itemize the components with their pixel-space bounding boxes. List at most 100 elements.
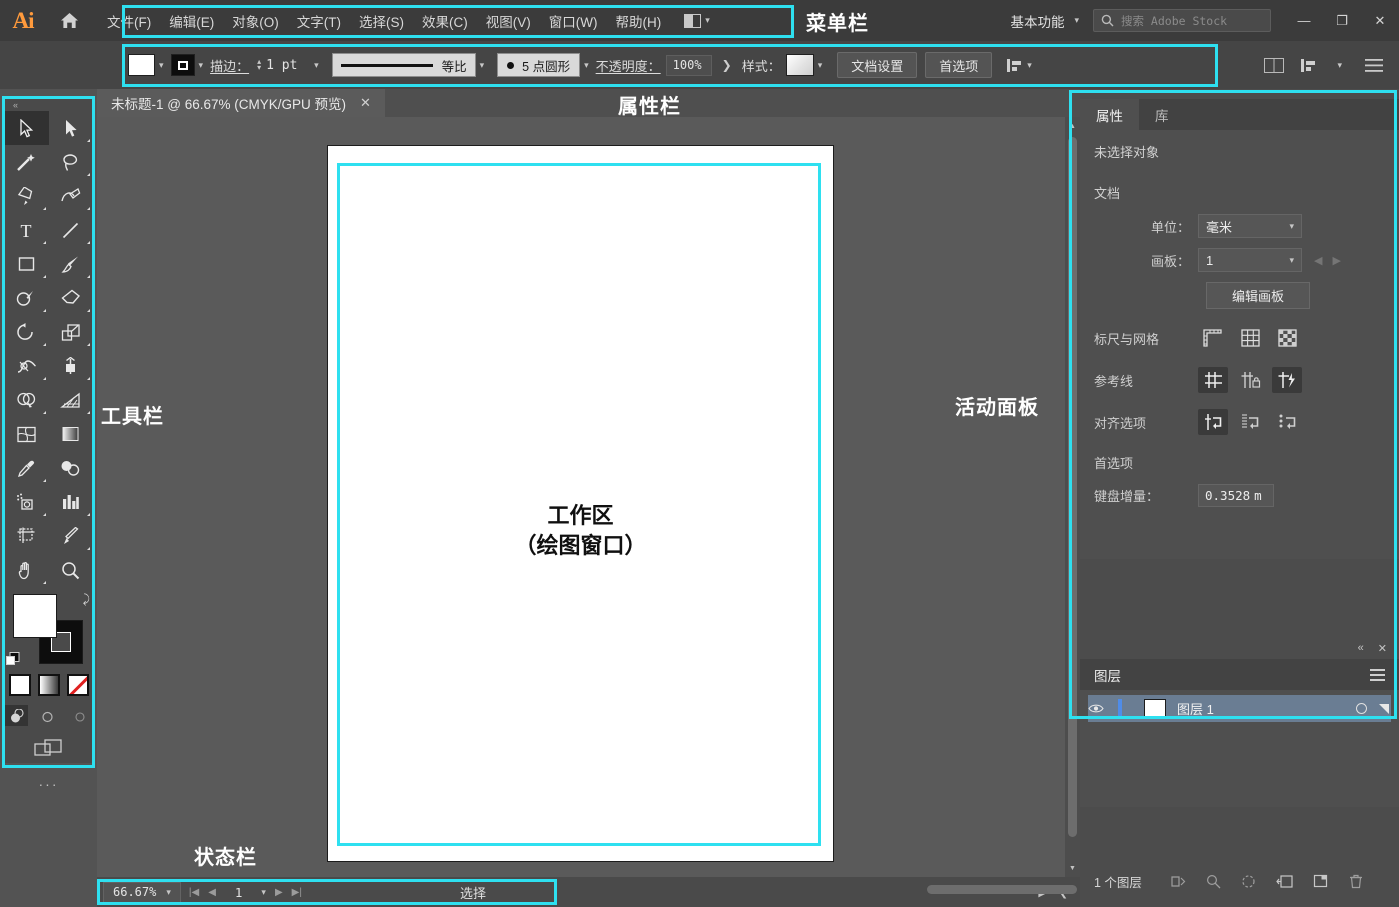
- target-circle-icon[interactable]: [1356, 703, 1367, 714]
- snap-to-pixel-icon[interactable]: [1272, 409, 1302, 435]
- show-grid-icon[interactable]: [1235, 325, 1265, 351]
- snap-to-point-icon[interactable]: [1198, 409, 1228, 435]
- menu-item-object[interactable]: 对象(O): [223, 7, 288, 35]
- align-panel-icon[interactable]: [1300, 58, 1317, 73]
- tab-libraries[interactable]: 库: [1139, 99, 1185, 130]
- normal-screen-mode-icon[interactable]: [5, 705, 28, 726]
- mesh-tool[interactable]: [4, 417, 49, 451]
- eye-icon[interactable]: [1088, 703, 1118, 714]
- artboard-select[interactable]: 1 ▾: [1198, 248, 1302, 272]
- full-screen-menubar-icon[interactable]: [37, 705, 60, 726]
- rectangle-tool[interactable]: [4, 247, 49, 281]
- locate-object-icon[interactable]: [1170, 874, 1186, 889]
- align-chevron-down-icon[interactable]: ▾: [1023, 60, 1039, 71]
- document-tab[interactable]: 未标题-1 @ 66.67% (CMYK/GPU 预览) ✕: [97, 89, 385, 117]
- graphic-style-swatch[interactable]: [785, 54, 814, 76]
- next-artboard-icon[interactable]: ▶: [1332, 254, 1340, 267]
- stroke-weight-stepper[interactable]: ▴ ▾: [257, 58, 261, 72]
- menu-item-file[interactable]: 文件(F): [98, 7, 160, 35]
- show-rulers-icon[interactable]: [1198, 325, 1228, 351]
- create-sublayer-icon[interactable]: [1241, 874, 1256, 889]
- menu-item-window[interactable]: 窗口(W): [540, 7, 607, 35]
- current-tool-status[interactable]: 选择: [460, 883, 486, 902]
- menu-item-help[interactable]: 帮助(H): [606, 7, 670, 35]
- next-artboard-icon[interactable]: ▶: [275, 887, 283, 898]
- horizontal-scroll-thumb[interactable]: [927, 885, 1077, 894]
- perspective-grid-tool[interactable]: [49, 383, 94, 417]
- lasso-tool[interactable]: [49, 145, 94, 179]
- canvas-horizontal-scrollbar[interactable]: [597, 883, 1077, 895]
- close-button[interactable]: ✕: [1361, 0, 1399, 41]
- hand-tool[interactable]: [4, 553, 49, 587]
- slice-tool[interactable]: [49, 519, 94, 553]
- selection-tool[interactable]: [4, 111, 49, 145]
- change-screen-mode-icon[interactable]: [4, 738, 93, 760]
- close-icon[interactable]: ✕: [360, 95, 371, 111]
- home-icon[interactable]: [46, 0, 92, 41]
- menu-item-type[interactable]: 文字(T): [288, 7, 350, 35]
- opacity-value[interactable]: 100%: [665, 54, 712, 76]
- last-artboard-icon[interactable]: ▶|: [292, 887, 302, 898]
- preferences-button[interactable]: 首选项: [925, 52, 993, 78]
- scroll-up-icon[interactable]: ▲: [1065, 119, 1080, 133]
- scroll-down-icon[interactable]: ▼: [1065, 861, 1080, 875]
- none-color-icon[interactable]: [66, 674, 89, 696]
- gradient-icon[interactable]: [37, 674, 60, 696]
- paintbrush-tool[interactable]: [49, 247, 94, 281]
- width-tool[interactable]: [4, 349, 49, 383]
- opacity-options-icon[interactable]: ❯: [712, 58, 742, 72]
- tools-panel-collapse-handle[interactable]: «: [4, 98, 93, 111]
- scale-tool[interactable]: [49, 315, 94, 349]
- delete-layer-icon[interactable]: [1349, 874, 1363, 889]
- direct-selection-tool[interactable]: [49, 111, 94, 145]
- table-row[interactable]: 图层 1: [1088, 695, 1391, 722]
- minimize-button[interactable]: —: [1285, 0, 1323, 41]
- first-artboard-icon[interactable]: |◀: [189, 887, 199, 898]
- previous-artboard-icon[interactable]: ◀: [208, 887, 216, 898]
- maximize-button[interactable]: ❐: [1323, 0, 1361, 41]
- fill-chevron-down-icon[interactable]: ▾: [155, 60, 171, 71]
- style-chevron-down-icon[interactable]: ▾: [814, 60, 830, 71]
- menu-item-effect[interactable]: 效果(C): [413, 7, 477, 35]
- variable-width-profile-select[interactable]: 等比: [331, 53, 476, 77]
- shaper-tool[interactable]: [4, 281, 49, 315]
- solid-color-icon[interactable]: [8, 674, 31, 696]
- vertical-scroll-thumb[interactable]: [1068, 137, 1077, 837]
- full-screen-icon[interactable]: [69, 705, 92, 726]
- stroke-chevron-down-icon[interactable]: ▾: [195, 60, 211, 71]
- make-clipping-mask-icon[interactable]: [1206, 874, 1221, 889]
- gradient-tool[interactable]: [49, 417, 94, 451]
- fill-swatch[interactable]: [128, 54, 155, 76]
- panel-menu-icon[interactable]: [1370, 668, 1385, 681]
- zoom-tool[interactable]: [49, 553, 94, 587]
- eraser-tool[interactable]: [49, 281, 94, 315]
- artboard[interactable]: 工作区 （绘图窗口）: [327, 145, 834, 862]
- stroke-swatch[interactable]: [170, 54, 195, 76]
- default-fill-stroke-icon[interactable]: [6, 652, 21, 667]
- edit-toolbar-button[interactable]: ···: [4, 776, 93, 792]
- blend-tool[interactable]: [49, 451, 94, 485]
- shape-builder-tool[interactable]: [4, 383, 49, 417]
- snap-to-grid-icon[interactable]: [1235, 409, 1265, 435]
- duplicate-layer-icon[interactable]: [1313, 874, 1329, 889]
- document-setup-button[interactable]: 文档设置: [837, 52, 918, 78]
- stock-search-input[interactable]: 搜索 Adobe Stock: [1093, 9, 1271, 32]
- unit-select[interactable]: 毫米 ▾: [1198, 214, 1302, 238]
- menu-item-edit[interactable]: 编辑(E): [160, 7, 223, 35]
- show-guides-icon[interactable]: [1198, 367, 1228, 393]
- collapse-panel-icon[interactable]: «: [1358, 642, 1364, 654]
- keyboard-increment-field[interactable]: 0.3528 m: [1198, 484, 1274, 507]
- artboard-number[interactable]: 1: [225, 885, 253, 900]
- column-graph-tool[interactable]: [49, 485, 94, 519]
- arrange-documents-small-icon[interactable]: [1264, 57, 1285, 73]
- show-transparency-grid-icon[interactable]: [1272, 325, 1302, 351]
- eyedropper-tool[interactable]: [4, 451, 49, 485]
- previous-artboard-icon[interactable]: ◀: [1314, 254, 1322, 267]
- artboard-tool[interactable]: [4, 519, 49, 553]
- artboard-chevron-down-icon[interactable]: ▾: [261, 887, 266, 898]
- lock-guides-icon[interactable]: [1235, 367, 1265, 393]
- create-new-layer-icon[interactable]: [1276, 874, 1293, 889]
- free-transform-tool[interactable]: [49, 349, 94, 383]
- align-icon[interactable]: [1006, 58, 1023, 73]
- close-panel-icon[interactable]: ✕: [1378, 642, 1387, 655]
